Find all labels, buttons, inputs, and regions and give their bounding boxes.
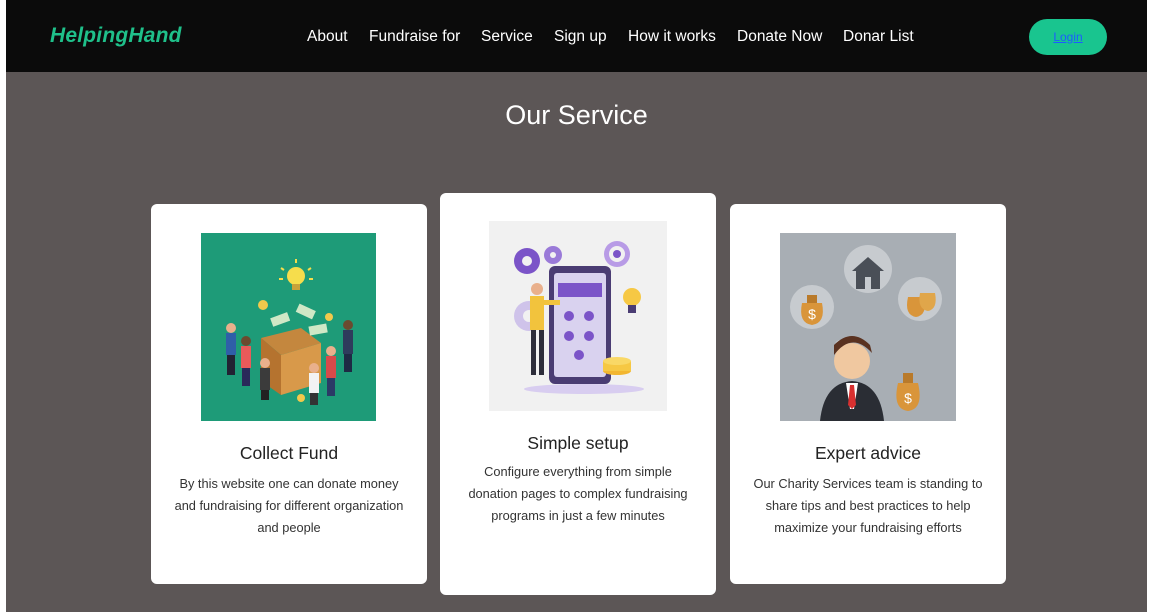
service-card-collect-fund: Collect Fund By this website one can don… [151,204,427,584]
expert-advice-illustration: $ $ [780,233,956,421]
nav-sign-up[interactable]: Sign up [554,28,607,46]
card-description: Our Charity Services team is standing to… [753,476,983,535]
svg-text:$: $ [808,306,816,322]
service-card-simple-setup: Simple setup Configure everything from s… [440,193,716,595]
svg-text:$: $ [904,390,912,406]
card-title: Simple setup [527,433,629,453]
section-title: Our Service [505,100,648,130]
brand-logo[interactable]: HelpingHand [50,24,182,48]
nav-how-it-works[interactable]: How it works [628,28,716,46]
navbar: HelpingHand About Fundraise for Service … [6,0,1147,72]
collect-fund-illustration [201,233,376,421]
nav-donar-list[interactable]: Donar List [843,28,914,46]
nav-fundraise-for[interactable]: Fundraise for [369,28,460,46]
nav-service[interactable]: Service [481,28,533,46]
card-title: Expert advice [814,443,922,463]
card-description: By this website one can donate money and… [174,476,404,535]
page: HelpingHand About Fundraise for Service … [6,0,1147,612]
card-title: Collect Fund [239,443,339,463]
nav-about[interactable]: About [307,28,348,46]
service-card-expert-advice: $ $ Expert advice Our Charity Services t… [730,204,1006,584]
card-description: Configure everything from simple donatio… [468,464,688,523]
nav-donate-now[interactable]: Donate Now [737,28,822,46]
login-button[interactable]: Login [1029,19,1107,55]
simple-setup-illustration [489,221,667,411]
